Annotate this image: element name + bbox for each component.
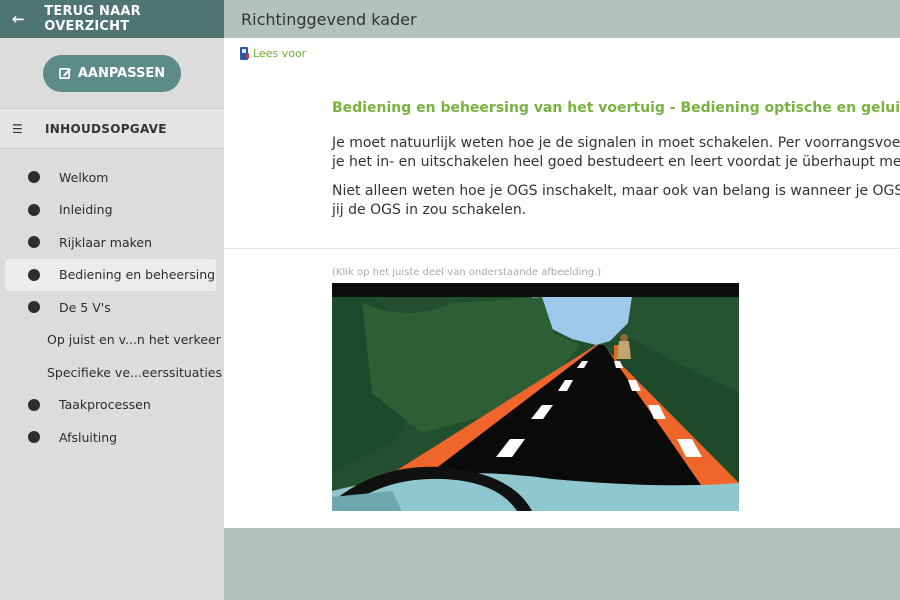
edit-area: AANPASSEN [0, 38, 224, 108]
toc-item-op-juist[interactable]: Op juist en v...n het verkeer [5, 324, 221, 357]
edit-square-icon [58, 67, 71, 79]
toc-item-welkom[interactable]: Welkom [5, 161, 216, 194]
arrow-left-icon: ← [12, 10, 25, 28]
toc-item-de-5-vs[interactable]: De 5 V's [5, 291, 216, 324]
paragraph-2-line-2: jij de OGS in zou schakelen. [332, 202, 527, 218]
back-to-overview-button[interactable]: ← TERUG NAAR OVERZICHT [0, 0, 224, 38]
toc-item-label: Bediening en beheersing [59, 267, 216, 283]
toc-item-label: Op juist en v...n het verkeer [47, 332, 221, 348]
bullet-dot-icon [28, 203, 40, 216]
toc-item-specifieke[interactable]: Specifieke ve...eerssituaties [5, 356, 222, 389]
list-icon: ☰ [12, 121, 23, 136]
top-bar: Richtinggevend kader [224, 0, 900, 38]
road-scene-image[interactable] [332, 283, 739, 511]
toc-item-label: Taakprocessen [59, 397, 151, 413]
toc-item-taakprocessen[interactable]: Taakprocessen [5, 389, 216, 422]
read-aloud-label: Lees voor [253, 47, 307, 60]
content-panel: Lees voor Bediening en beheersing van he… [224, 38, 900, 528]
divider [224, 248, 900, 249]
toc-item-inleiding[interactable]: Inleiding [5, 194, 216, 227]
image-instruction: (Klik op het juiste deel van onderstaand… [332, 267, 602, 278]
section-heading: Bediening en beheersing van het voertuig… [332, 100, 900, 116]
toc-item-rijklaar-maken[interactable]: Rijklaar maken [5, 226, 216, 259]
paragraph-2: Niet alleen weten hoe je OGS inschakelt,… [332, 182, 900, 220]
edit-button[interactable]: AANPASSEN [43, 54, 181, 92]
back-label: TERUG NAAR OVERZICHT [44, 4, 141, 34]
toc-item-label: Inleiding [59, 202, 113, 218]
page-title: Richtinggevend kader [241, 9, 417, 29]
paragraph-1-line-2: je het in- en uitschakelen heel goed bes… [332, 154, 900, 170]
toc-header[interactable]: ☰ INHOUDSOPGAVE [0, 108, 224, 149]
sidebar: ← TERUG NAAR OVERZICHT AANPASSEN ☰ INHOU… [0, 0, 224, 600]
toc-item-label: Specifieke ve...eerssituaties [47, 364, 223, 380]
paragraph-1: Je moet natuurlijk weten hoe je de signa… [332, 134, 900, 172]
bullet-dot-icon [28, 398, 40, 411]
bullet-dot-icon [28, 301, 40, 314]
bullet-dot-icon [28, 236, 40, 249]
toc-list: Welkom Inleiding Rijklaar maken Bedienin… [0, 161, 224, 454]
toc-item-label: Welkom [59, 169, 109, 185]
toc-item-bediening-en-beheersing[interactable]: Bediening en beheersing [5, 258, 216, 291]
bullet-dot-icon [28, 268, 40, 281]
edit-button-label: AANPASSEN [77, 65, 166, 81]
toc-item-afsluiting[interactable]: Afsluiting [5, 421, 216, 454]
toc-item-label: De 5 V's [59, 299, 111, 315]
bullet-dot-icon [28, 431, 40, 444]
toc-item-label: Afsluiting [59, 429, 118, 445]
toc-label: INHOUDSOPGAVE [45, 121, 167, 136]
bullet-dot-icon [28, 171, 40, 184]
paragraph-1-line-1: Je moet natuurlijk weten hoe je de signa… [332, 135, 900, 151]
paragraph-2-line-1: Niet alleen weten hoe je OGS inschakelt,… [332, 183, 900, 199]
toc-item-label: Rijklaar maken [59, 234, 153, 250]
speaker-icon [240, 47, 249, 60]
read-aloud-button[interactable]: Lees voor [240, 47, 306, 60]
